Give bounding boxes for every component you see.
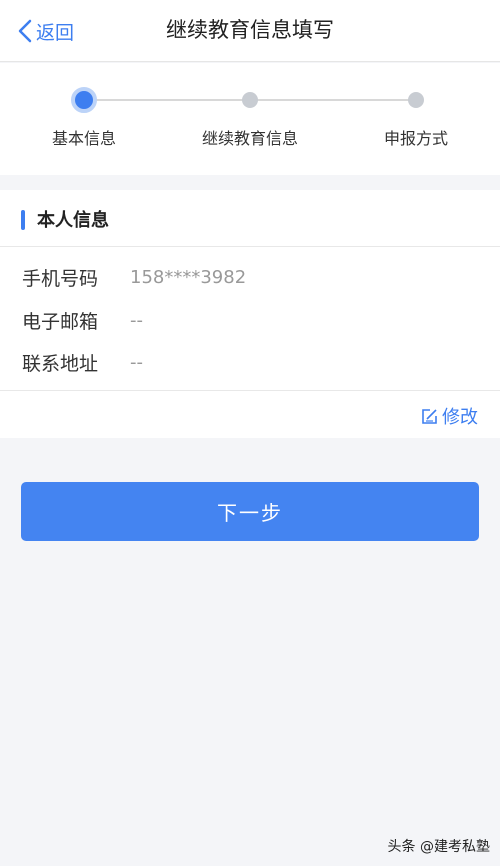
edit-icon	[422, 408, 437, 424]
info-row-address: 联系地址 --	[22, 347, 143, 377]
nav-header: 返回 继续教育信息填写	[0, 0, 500, 62]
edit-button[interactable]: 修改	[421, 403, 478, 429]
section-divider	[0, 390, 500, 391]
step-2-label: 继续教育信息	[201, 129, 299, 148]
section-accent-bar	[21, 210, 25, 230]
page-title: 继续教育信息填写	[166, 18, 334, 42]
step-1-indicator	[71, 87, 97, 113]
phone-value: 158****3982	[130, 266, 247, 288]
info-row-email: 电子邮箱 --	[22, 305, 143, 335]
step-2-indicator	[242, 92, 258, 108]
step-1-label: 基本信息	[51, 129, 117, 148]
next-step-button[interactable]: 下一步	[21, 482, 479, 541]
email-label: 电子邮箱	[22, 310, 99, 333]
section-header: 本人信息	[0, 190, 500, 247]
edit-label: 修改	[442, 407, 478, 428]
email-value: --	[130, 309, 143, 331]
section-title: 本人信息	[37, 210, 109, 231]
page: 返回 继续教育信息填写 基本信息 继续教育信息 申报方式 本人信息 手机号码 1…	[0, 0, 500, 866]
step-3-indicator	[408, 92, 424, 108]
watermark: 头条 @建考私塾	[387, 839, 490, 855]
step-3-label: 申报方式	[383, 129, 449, 148]
address-label: 联系地址	[22, 352, 99, 375]
address-value: --	[130, 351, 143, 373]
progress-steps: 基本信息 继续教育信息 申报方式	[0, 63, 500, 175]
info-row-phone: 手机号码 158****3982	[22, 262, 246, 292]
phone-label: 手机号码	[22, 267, 99, 290]
personal-info-card: 本人信息 手机号码 158****3982 电子邮箱 -- 联系地址 -- 修改	[0, 190, 500, 438]
